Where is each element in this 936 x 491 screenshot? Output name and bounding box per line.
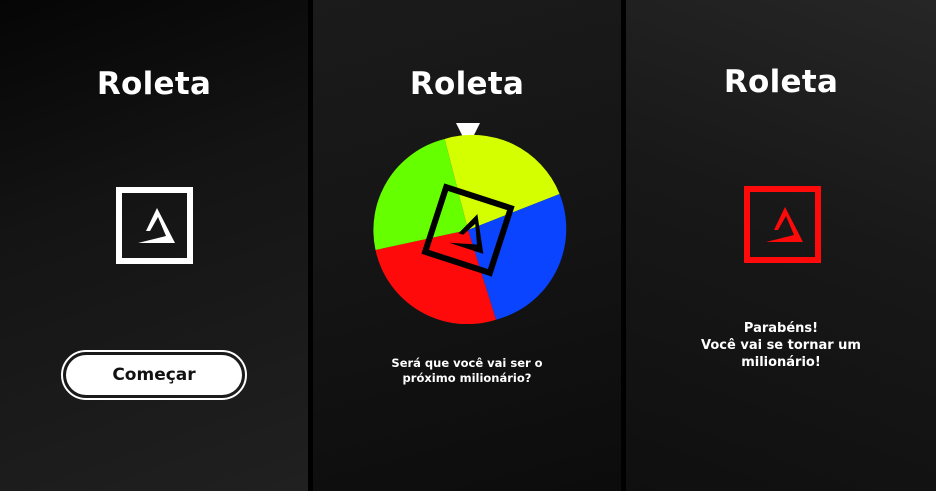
- start-button-label: Começar: [66, 355, 242, 395]
- roulette-wheel[interactable]: [372, 120, 568, 324]
- screen-title: Roleta: [409, 66, 525, 102]
- spin-screen: Roleta Será que você vai ser o próximo m…: [313, 0, 621, 491]
- brand-logo-icon: [744, 186, 821, 263]
- brand-logo-icon: [116, 187, 193, 264]
- start-button[interactable]: Começar: [61, 350, 247, 400]
- screen-title: Roleta: [96, 66, 212, 102]
- result-screen: Roleta Parabéns! Você vai se tornar um m…: [626, 0, 936, 491]
- spin-caption: Será que você vai ser o próximo milionár…: [391, 356, 543, 385]
- screen-title: Roleta: [723, 64, 839, 100]
- congrats-message: Parabéns! Você vai se tornar um milionár…: [701, 321, 861, 370]
- start-screen: Roleta Começar: [0, 0, 308, 491]
